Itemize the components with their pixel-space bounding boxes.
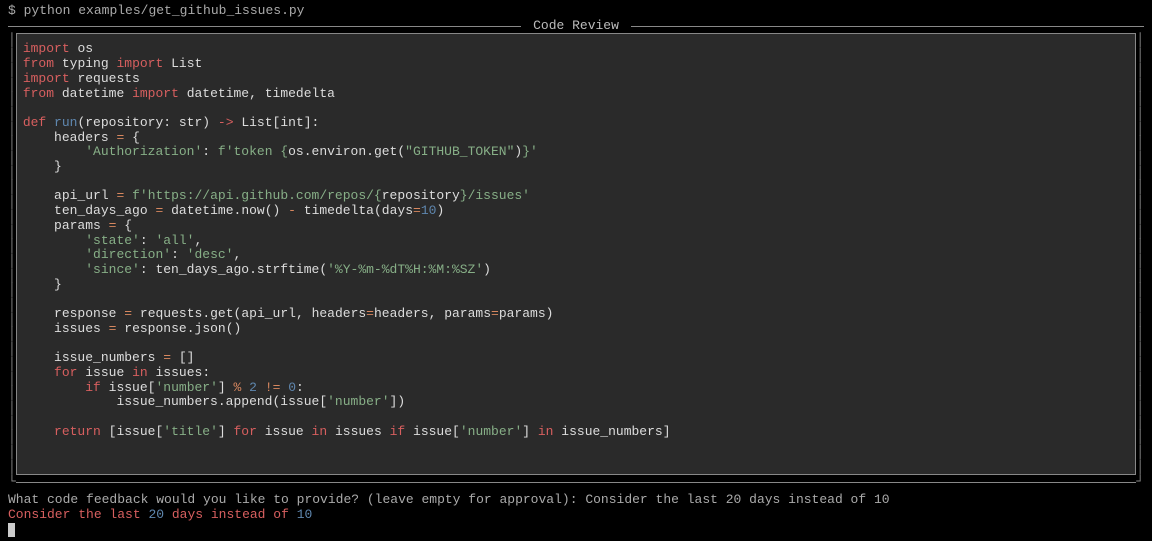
cursor-line[interactable] <box>8 523 1144 538</box>
right-border: │ │ │ │ │ │ │ │ │ │ │ │ │ │ │ │ │ │ │ │ … <box>1136 33 1144 474</box>
cursor-block <box>8 523 15 537</box>
shell-prompt: $ python examples/get_github_issues.py <box>8 4 1144 19</box>
panel-title: Code Review <box>521 19 630 34</box>
code-view[interactable]: import os from typing import List import… <box>16 33 1136 474</box>
kw-import: import <box>23 41 70 56</box>
left-border: │ │ │ │ │ │ │ │ │ │ │ │ │ │ │ │ │ │ │ │ … <box>8 33 16 474</box>
feedback-prompt-line: What code feedback would you like to pro… <box>8 493 1144 508</box>
feedback-echo-line: Consider the last 20 days instead of 10 <box>8 508 1144 523</box>
panel-header: Code Review <box>8 19 1144 34</box>
panel-footer: └┘ <box>8 475 1144 490</box>
